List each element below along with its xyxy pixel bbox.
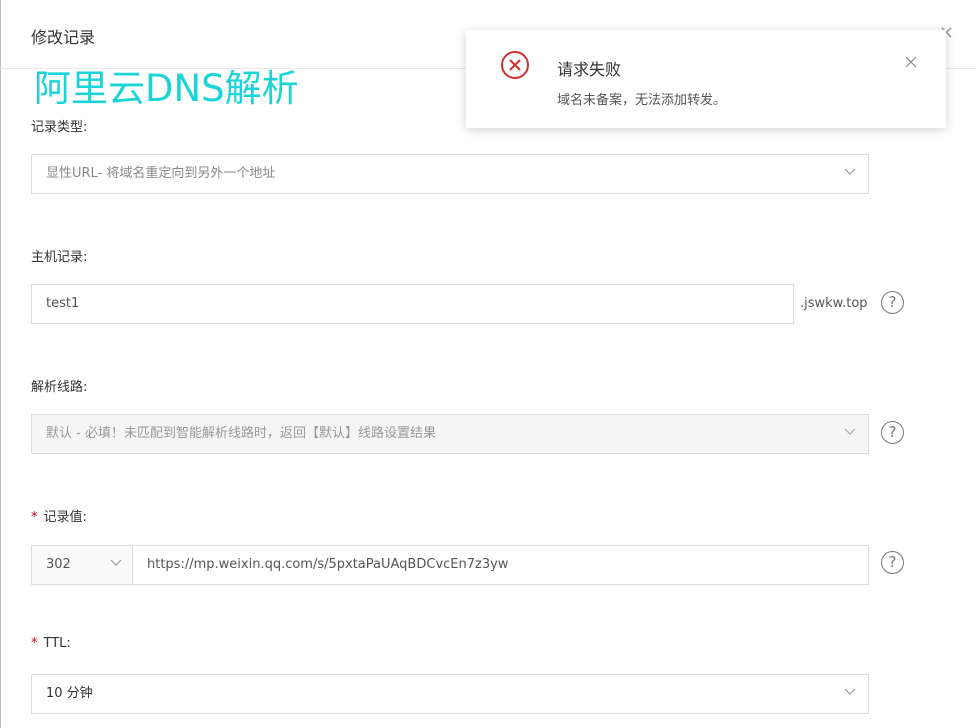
record-value-field: 302 https://mp.weixin.qq.com/s/5pxtaPaUA… xyxy=(31,545,869,585)
help-circle-icon[interactable]: ? xyxy=(881,291,904,314)
window-edge xyxy=(0,0,1,728)
record-value-label: * 记录值: xyxy=(31,506,87,525)
resolution-line-value: 默认 - 必填！未匹配到智能解析线路时，返回【默认】线路设置结果 xyxy=(46,426,436,441)
required-mark: * xyxy=(31,510,38,525)
record-type-select[interactable]: 显性URL- 将域名重定向到另外一个地址 xyxy=(31,154,869,194)
record-value-input[interactable]: https://mp.weixin.qq.com/s/5pxtaPaUAqBDC… xyxy=(147,546,508,584)
resolution-line-label: 解析线路: xyxy=(31,380,88,395)
dialog-title: 修改记录 xyxy=(31,28,96,47)
redirect-code-select[interactable]: 302 xyxy=(32,546,133,584)
required-mark: * xyxy=(31,636,38,651)
notification-message: 域名未备案，无法添加转发。 xyxy=(557,93,727,108)
chevron-down-icon xyxy=(844,688,856,698)
close-icon[interactable] xyxy=(904,54,918,68)
chevron-down-icon xyxy=(110,559,122,569)
domain-suffix: .jswkw.top xyxy=(800,296,868,311)
redirect-code-value: 302 xyxy=(46,557,71,572)
chevron-down-icon xyxy=(844,168,856,178)
notification-title: 请求失败 xyxy=(557,60,622,79)
ttl-label-text: TTL: xyxy=(43,636,71,651)
watermark-text: 阿里云DNS解析 xyxy=(34,67,299,110)
record-type-label: 记录类型: xyxy=(31,120,88,135)
ttl-value: 10 分钟 xyxy=(46,686,93,701)
help-circle-icon[interactable]: ? xyxy=(881,421,904,444)
record-value-label-text: 记录值: xyxy=(43,510,87,525)
ttl-label: * TTL: xyxy=(31,636,71,651)
resolution-line-select: 默认 - 必填！未匹配到智能解析线路时，返回【默认】线路设置结果 xyxy=(31,414,869,454)
help-circle-icon[interactable]: ? xyxy=(881,551,904,574)
host-record-input[interactable]: test1 xyxy=(31,284,794,324)
error-notification: 请求失败 域名未备案，无法添加转发。 xyxy=(466,30,946,128)
record-type-value: 显性URL- 将域名重定向到另外一个地址 xyxy=(46,166,276,181)
ttl-select[interactable]: 10 分钟 xyxy=(31,674,869,714)
host-record-label: 主机记录: xyxy=(31,250,88,265)
error-circle-icon xyxy=(500,50,530,80)
chevron-down-icon xyxy=(844,428,856,438)
